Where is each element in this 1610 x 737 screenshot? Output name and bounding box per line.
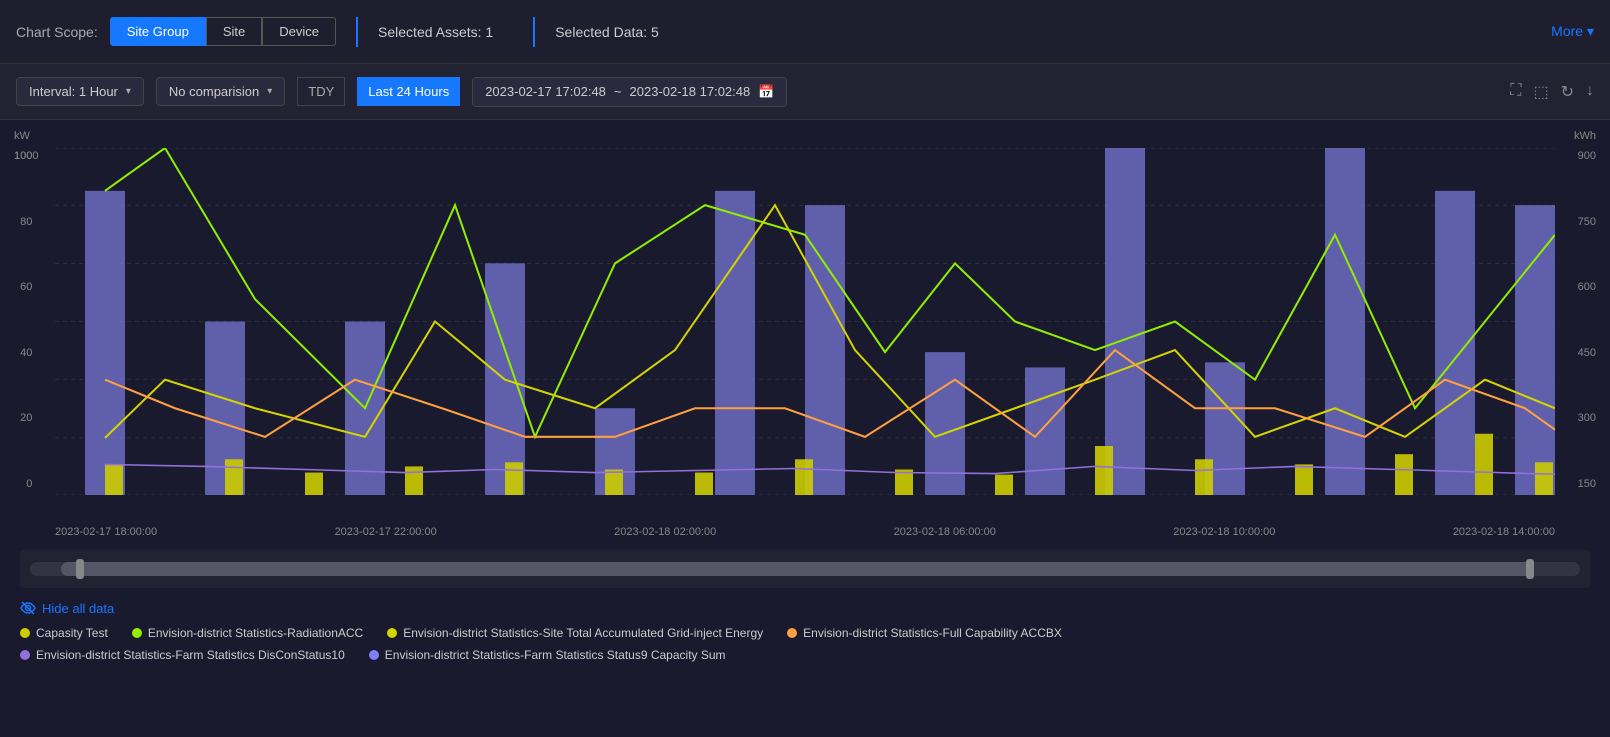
legend-item-radiation-acc[interactable]: Envision-district Statistics-RadiationAC… (132, 626, 363, 640)
comparison-dropdown[interactable]: No comparision ▾ (156, 77, 285, 106)
x-labels: 2023-02-17 18:00:00 2023-02-17 22:00:00 … (55, 526, 1555, 538)
legend-dot-radiation-acc (132, 628, 142, 638)
legend-item-discon-status[interactable]: Envision-district Statistics-Farm Statis… (20, 648, 345, 662)
hide-icon (20, 600, 36, 616)
scope-button-group: Site Group Site Device (110, 17, 336, 46)
x-label-2: 2023-02-18 02:00:00 (614, 526, 716, 538)
selected-assets-label: Selected Assets: 1 (378, 24, 493, 40)
legend-row-2: Envision-district Statistics-Farm Statis… (20, 648, 1590, 662)
legend-dot-grid-inject (387, 628, 397, 638)
date-start: 2023-02-17 17:02:48 (485, 84, 606, 99)
legend-label-radiation-acc: Envision-district Statistics-RadiationAC… (148, 626, 363, 640)
calendar-icon[interactable]: 📅 (758, 84, 774, 100)
scrollbar-thumb[interactable] (61, 562, 1534, 576)
hide-all-data-button[interactable]: Hide all data (20, 600, 1590, 616)
x-label-4: 2023-02-18 10:00:00 (1173, 526, 1275, 538)
legend-area: Hide all data Capasity Test Envision-dis… (0, 588, 1610, 674)
comparison-arrow-icon: ▾ (267, 86, 272, 97)
legend-row-1: Capasity Test Envision-district Statisti… (20, 626, 1590, 640)
chart-svg: .grid-line { stroke: #444; stroke-dashar… (55, 148, 1555, 495)
y-unit-right: kWh (1574, 130, 1596, 142)
expand-icon[interactable]: ⛶ (1510, 82, 1521, 102)
y-labels-right: 900 750 600 450 300 150 (1578, 150, 1596, 490)
legend-item-status9[interactable]: Envision-district Statistics-Farm Statis… (369, 648, 726, 662)
x-label-1: 2023-02-17 22:00:00 (335, 526, 437, 538)
date-range-picker[interactable]: 2023-02-17 17:02:48 ~ 2023-02-18 17:02:4… (472, 77, 787, 107)
date-end: 2023-02-18 17:02:48 (630, 84, 751, 99)
interval-label: Interval: 1 Hour (29, 84, 118, 99)
legend-item-capacity-test[interactable]: Capasity Test (20, 626, 108, 640)
legend-label-status9: Envision-district Statistics-Farm Statis… (385, 648, 726, 662)
scrollbar-track[interactable] (30, 562, 1580, 576)
legend-label-discon-status: Envision-district Statistics-Farm Statis… (36, 648, 345, 662)
selected-data-label: Selected Data: 5 (555, 24, 659, 40)
chart-scope-label: Chart Scope: (16, 24, 98, 40)
hide-all-label: Hide all data (42, 601, 114, 616)
x-label-3: 2023-02-18 06:00:00 (894, 526, 996, 538)
legend-label-full-capability: Envision-district Statistics-Full Capabi… (803, 626, 1062, 640)
last24-button[interactable]: Last 24 Hours (357, 77, 460, 106)
chart-area: kW kWh 100 80 60 40 20 0 1000 900 750 60… (0, 120, 1610, 550)
legend-item-full-capability[interactable]: Envision-district Statistics-Full Capabi… (787, 626, 1062, 640)
download-icon[interactable]: ↓ (1586, 82, 1594, 102)
date-tilde: ~ (614, 84, 622, 99)
scrollbar-right-handle[interactable] (1526, 559, 1534, 579)
legend-dot-discon-status (20, 650, 30, 660)
more-button[interactable]: More ▾ (1551, 23, 1594, 40)
crop-icon[interactable]: ⬚ (1533, 82, 1548, 102)
scope-site-button[interactable]: Site (206, 17, 262, 46)
divider-2 (533, 17, 535, 47)
tdy-button[interactable]: TDY (297, 77, 345, 106)
legend-label-capacity-test: Capasity Test (36, 626, 108, 640)
legend-dot-full-capability (787, 628, 797, 638)
legend-dot-status9 (369, 650, 379, 660)
comparison-label: No comparision (169, 84, 259, 99)
legend-dot-capacity-test (20, 628, 30, 638)
toolbar-icons: ⛶ ⬚ ↻ ↓ (1510, 82, 1594, 102)
interval-arrow-icon: ▾ (126, 86, 131, 97)
legend-label-grid-inject: Envision-district Statistics-Site Total … (403, 626, 763, 640)
divider-1 (356, 17, 358, 47)
y-unit-left: kW (14, 130, 30, 142)
chart-visualization: .grid-line { stroke: #444; stroke-dashar… (55, 148, 1555, 495)
toolbar: Interval: 1 Hour ▾ No comparision ▾ TDY … (0, 64, 1610, 120)
refresh-icon[interactable]: ↻ (1561, 82, 1574, 102)
scrollbar-area[interactable] (20, 550, 1590, 588)
top-bar: Chart Scope: Site Group Site Device Sele… (0, 0, 1610, 64)
x-label-5: 2023-02-18 14:00:00 (1453, 526, 1555, 538)
y-labels-left: 100 80 60 40 20 0 (14, 150, 32, 490)
interval-dropdown[interactable]: Interval: 1 Hour ▾ (16, 77, 144, 106)
legend-item-grid-inject[interactable]: Envision-district Statistics-Site Total … (387, 626, 763, 640)
x-label-0: 2023-02-17 18:00:00 (55, 526, 157, 538)
scrollbar-left-handle[interactable] (76, 559, 84, 579)
scope-device-button[interactable]: Device (262, 17, 336, 46)
y-extra-left: 1000 (14, 150, 38, 162)
scope-site-group-button[interactable]: Site Group (110, 17, 206, 46)
